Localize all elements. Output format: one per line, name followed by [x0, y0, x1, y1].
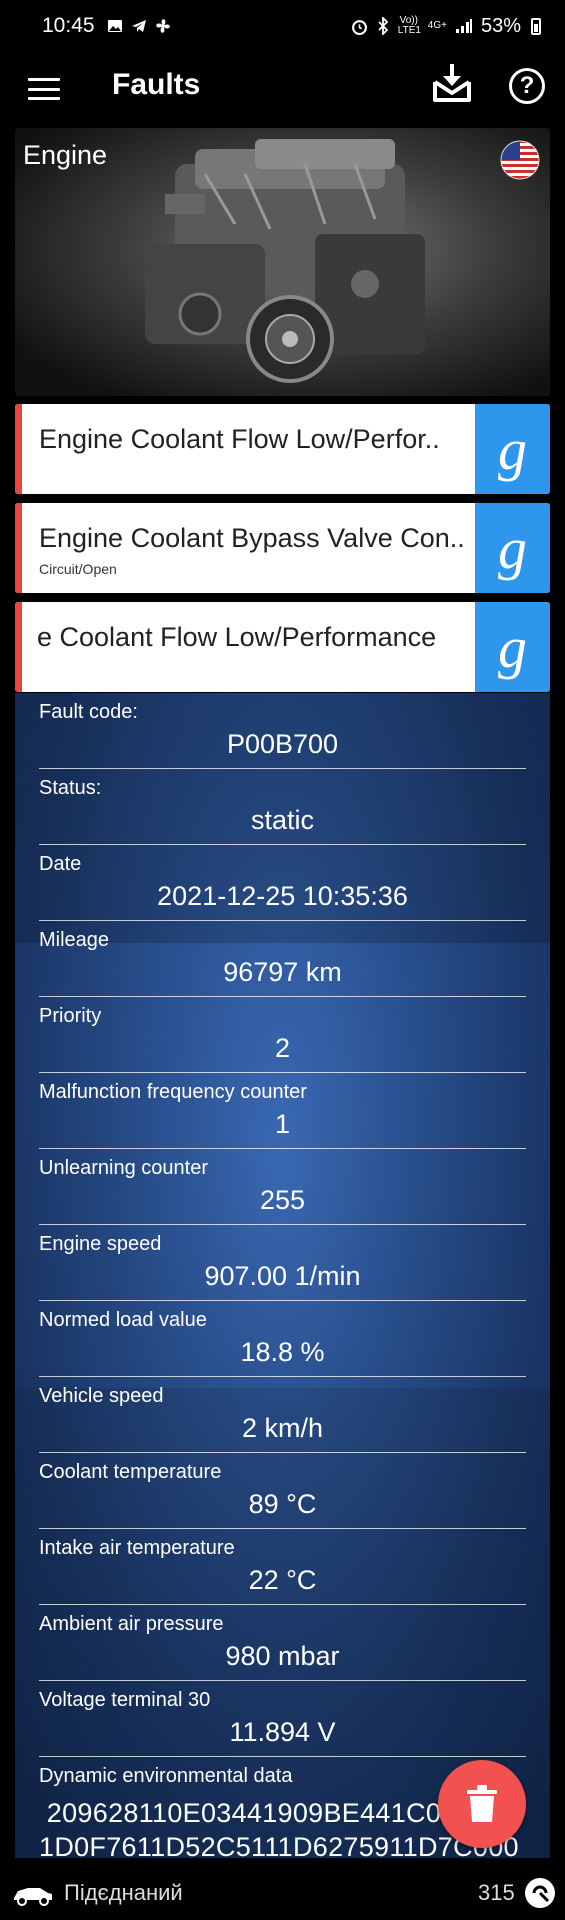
- status-bar-left: 10:45: [42, 14, 171, 38]
- detail-value: 2: [274, 1033, 291, 1063]
- detail-value: P00B700: [226, 729, 339, 759]
- fan-icon: [155, 19, 170, 33]
- detail-label: Coolant temperature: [39, 1461, 222, 1483]
- fault-details-panel[interactable]: Fault code: P00B700 Status: static Date …: [15, 693, 550, 1858]
- volte-icon: Vo)) LTE1: [397, 15, 421, 36]
- help-icon[interactable]: ?: [509, 68, 545, 104]
- menu-icon[interactable]: [28, 78, 60, 100]
- detail-label: Priority: [39, 1005, 102, 1027]
- fault-accent: [15, 602, 22, 692]
- google-search-button[interactable]: g: [475, 404, 550, 494]
- data-count: 315: [478, 1880, 515, 1905]
- detail-label: Normed load value: [39, 1309, 207, 1331]
- detail-value: 11.894 V: [229, 1717, 336, 1747]
- telegram-icon: [131, 20, 146, 32]
- detail-label: Status:: [39, 777, 102, 799]
- fault-accent: [15, 503, 22, 593]
- bluetooth-icon: [378, 17, 389, 35]
- page-title: Faults: [112, 68, 201, 101]
- fault-item[interactable]: Engine Coolant Bypass Valve Con.. Circui…: [15, 503, 550, 593]
- delete-button[interactable]: [438, 1760, 526, 1848]
- detail-row-unlearning-counter: Unlearning counter 255: [39, 1149, 526, 1225]
- obd-adapter-icon[interactable]: [524, 1877, 556, 1909]
- detail-label: Vehicle speed: [39, 1385, 164, 1407]
- detail-row-vehicle-speed: Vehicle speed 2 km/h: [39, 1377, 526, 1453]
- trash-icon: [467, 1785, 497, 1822]
- google-search-button[interactable]: g: [475, 503, 550, 593]
- detail-row-engine-speed: Engine speed 907.00 1/min: [39, 1225, 526, 1301]
- detail-label: Unlearning counter: [39, 1157, 208, 1179]
- detail-label: Ambient air pressure: [39, 1613, 224, 1635]
- signal-icon: [455, 19, 472, 33]
- detail-row-intake-air-temperature: Intake air temperature 22 °C: [39, 1529, 526, 1605]
- detail-value: 1: [274, 1109, 291, 1139]
- connection-status: Підєднаний: [64, 1880, 183, 1905]
- fault-title: Engine Coolant Flow Low/Perfor..: [39, 424, 440, 454]
- battery-icon: [531, 17, 541, 35]
- car-icon: [14, 1888, 52, 1906]
- detail-value: 2 km/h: [241, 1413, 324, 1443]
- detail-value: 18.8 %: [240, 1337, 325, 1367]
- detail-label: Intake air temperature: [39, 1537, 235, 1559]
- detail-value: 22 °C: [248, 1565, 317, 1595]
- detail-row-voltage-terminal-30: Voltage terminal 30 11.894 V: [39, 1681, 526, 1757]
- banner-title: Engine: [23, 140, 108, 170]
- us-flag-icon[interactable]: [500, 140, 540, 180]
- detail-value: 255: [259, 1185, 306, 1215]
- detail-label: Date: [39, 853, 82, 875]
- status-time: 10:45: [42, 14, 95, 37]
- status-bar: 10:45 Vo)) LTE1 4G+ 53%: [0, 0, 565, 52]
- engine-image: [145, 139, 425, 383]
- detail-value: 907.00 1/min: [204, 1261, 361, 1291]
- 4g-icon: 4G+: [427, 20, 447, 31]
- detail-row-priority: Priority 2: [39, 997, 526, 1073]
- download-icon[interactable]: [432, 62, 472, 106]
- detail-value: 89 °C: [248, 1489, 317, 1519]
- detail-label: Voltage terminal 30: [39, 1689, 211, 1711]
- alarm-icon: [351, 19, 367, 35]
- detail-value: 96797 km: [223, 957, 342, 987]
- battery-percent: 53%: [480, 14, 521, 37]
- fault-title: e Coolant Flow Low/Performance: [37, 622, 437, 652]
- detail-row-date: Date 2021-12-25 10:35:36: [39, 845, 526, 921]
- detail-row-ambient-air-pressure: Ambient air pressure 980 mbar: [39, 1605, 526, 1681]
- detail-value: 2021-12-25 10:35:36: [157, 881, 408, 911]
- google-search-button[interactable]: g: [475, 602, 550, 692]
- fault-item[interactable]: Engine Coolant Flow Low/Perfor.. g: [15, 404, 550, 494]
- fault-item-selected[interactable]: e Coolant Flow Low/Performance g: [15, 602, 550, 692]
- detail-row-malfunction-frequency: Malfunction frequency counter 1: [39, 1073, 526, 1149]
- detail-value: 980 mbar: [225, 1641, 340, 1671]
- fault-accent: [15, 404, 22, 494]
- status-bar-right: Vo)) LTE1 4G+ 53%: [351, 15, 541, 38]
- app-bar: Faults ?: [0, 52, 565, 124]
- image-icon: [107, 20, 122, 32]
- detail-row-mileage: Mileage 96797 km: [39, 921, 526, 997]
- detail-row-fault-code: Fault code: P00B700: [39, 693, 526, 769]
- detail-label: Mileage: [39, 929, 110, 951]
- detail-row-normed-load: Normed load value 18.8 %: [39, 1301, 526, 1377]
- fault-subtitle: Circuit/Open: [39, 561, 117, 577]
- detail-label: Engine speed: [39, 1233, 162, 1255]
- detail-value: static: [250, 805, 315, 835]
- engine-banner: Engine: [15, 128, 550, 396]
- detail-row-status: Status: static: [39, 769, 526, 845]
- detail-row-coolant-temperature: Coolant temperature 89 °C: [39, 1453, 526, 1529]
- fault-title: Engine Coolant Bypass Valve Con..: [39, 523, 465, 553]
- bottom-status-bar: Підєднаний 315: [0, 1868, 565, 1920]
- detail-label: Malfunction frequency counter: [39, 1081, 307, 1103]
- detail-label: Fault code:: [39, 701, 138, 723]
